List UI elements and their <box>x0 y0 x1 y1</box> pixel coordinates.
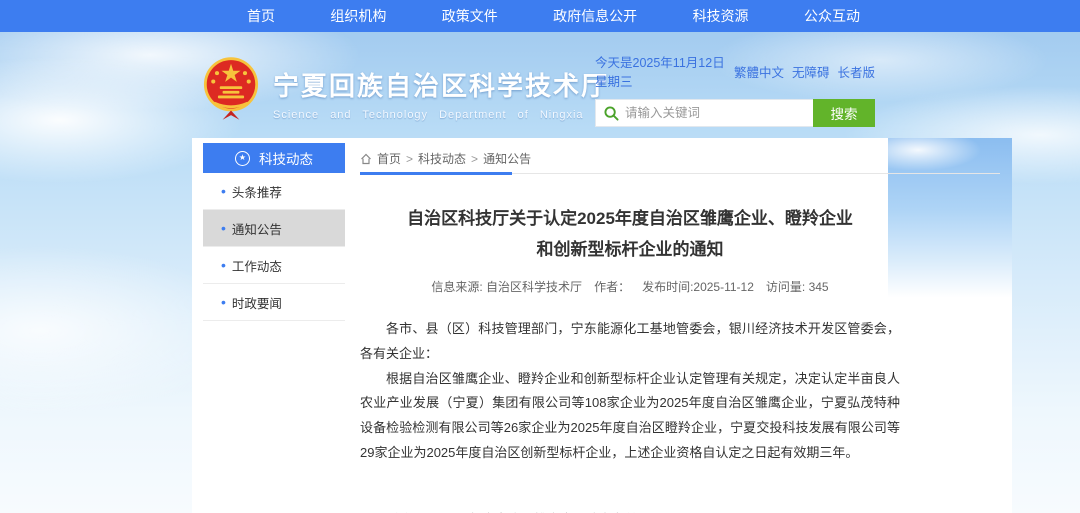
attachment-link-1[interactable]: 1.2025年度自治区雏鹰企业认定名单 <box>429 507 677 513</box>
traditional-chinese-link[interactable]: 繁體中文 <box>734 62 784 81</box>
main-content: 首页 > 科技动态 > 通知公告 自治区科技厅关于认定2025年度自治区雏鹰企业… <box>360 144 1000 513</box>
sidebar-item-label: 时政要闻 <box>232 293 282 312</box>
bullet-dot-icon: • <box>221 258 226 272</box>
breadcrumb-separator: > <box>406 152 413 166</box>
home-icon <box>360 153 372 165</box>
article-title: 自治区科技厅关于认定2025年度自治区雏鹰企业、瞪羚企业 和创新型标杆企业的通知 <box>360 204 900 265</box>
attachments-list: 1.2025年度自治区雏鹰企业认定名单 2.2025年度自治区瞪羚企业认定名单 … <box>429 507 677 513</box>
sidebar-item-label: 通知公告 <box>232 219 282 238</box>
accessibility-link[interactable]: 无障碍 <box>792 62 830 81</box>
breadcrumb-sci-tech-news[interactable]: 科技动态 <box>418 150 466 167</box>
article: 自治区科技厅关于认定2025年度自治区雏鹰企业、瞪羚企业 和创新型标杆企业的通知… <box>360 204 900 513</box>
article-paragraph: 根据自治区雏鹰企业、瞪羚企业和创新型标杆企业认定管理有关规定，决定认定半亩良人农… <box>360 367 900 466</box>
attachments-block: 附件： 1.2025年度自治区雏鹰企业认定名单 2.2025年度自治区瞪羚企业认… <box>360 507 900 513</box>
breadcrumb-separator: > <box>471 152 478 166</box>
meta-source: 信息来源: 自治区科学技术厅 <box>431 280 582 294</box>
article-paragraph: 各市、县（区）科技管理部门，宁东能源化工基地管委会，银川经济技术开发区管委会，各… <box>360 317 900 366</box>
bullet-dot-icon: • <box>221 184 226 198</box>
sidebar-item-work-dynamics[interactable]: • 工作动态 <box>203 247 345 284</box>
sidebar-item-headline-recommend[interactable]: • 头条推荐 <box>203 173 345 210</box>
sidebar-item-label: 头条推荐 <box>232 182 282 201</box>
sidebar: ★ 科技动态 • 头条推荐 • 通知公告 • 工作动态 • 时政要闻 <box>203 143 345 321</box>
bullet-dot-icon: • <box>221 295 226 309</box>
sidebar-title: 科技动态 <box>259 148 313 168</box>
meta-publish-time: 发布时间:2025-11-12 <box>642 280 754 294</box>
header-right: 今天是2025年11月12日 星期三 繁體中文 无障碍 长者版 搜索 <box>595 52 875 127</box>
star-circle-icon: ★ <box>235 151 250 166</box>
attachments-label: 附件： <box>390 507 429 513</box>
search-box <box>595 99 813 127</box>
breadcrumb-notices[interactable]: 通知公告 <box>483 150 531 167</box>
sidebar-item-current-politics[interactable]: • 时政要闻 <box>203 284 345 321</box>
nav-item-public-interaction[interactable]: 公众互动 <box>804 0 860 32</box>
nav-item-organization[interactable]: 组织机构 <box>330 0 386 32</box>
quick-links: 繁體中文 无障碍 长者版 <box>734 62 875 81</box>
site-logo-link[interactable]: 宁夏回族自治区科学技术厅 Science and Technology Depa… <box>203 56 609 122</box>
bullet-dot-icon: • <box>221 221 226 235</box>
article-title-line2: 和创新型标杆企业的通知 <box>360 235 900 266</box>
content-panel: ★ 科技动态 • 头条推荐 • 通知公告 • 工作动态 • 时政要闻 <box>192 138 1012 513</box>
article-body: 各市、县（区）科技管理部门，宁东能源化工基地管委会，银川经济技术开发区管委会，各… <box>360 317 900 465</box>
nav-item-home[interactable]: 首页 <box>247 0 275 32</box>
site-titles: 宁夏回族自治区科学技术厅 Science and Technology Depa… <box>273 56 609 121</box>
meta-views: 访问量: 345 <box>766 280 829 294</box>
national-emblem-icon <box>203 56 259 122</box>
sidebar-item-label: 工作动态 <box>232 256 282 275</box>
search-input[interactable] <box>625 106 813 120</box>
article-meta: 信息来源: 自治区科学技术厅作者： 发布时间:2025-11-12 访问量: 345 <box>360 278 900 295</box>
nav-item-policy-documents[interactable]: 政策文件 <box>442 0 498 32</box>
sidebar-item-notices[interactable]: • 通知公告 <box>203 210 345 247</box>
breadcrumb-home[interactable]: 首页 <box>377 150 401 167</box>
nav-item-gov-info-disclosure[interactable]: 政府信息公开 <box>553 0 637 32</box>
sidebar-header: ★ 科技动态 <box>203 143 345 173</box>
search-icon <box>604 106 619 121</box>
site-subtitle: Science and Technology Department of Nin… <box>273 109 609 121</box>
nav-item-sci-tech-resources[interactable]: 科技资源 <box>693 0 749 32</box>
top-nav-items: 首页 组织机构 政策文件 政府信息公开 科技资源 公众互动 <box>247 0 860 32</box>
site-title: 宁夏回族自治区科学技术厅 <box>273 66 609 103</box>
breadcrumb: 首页 > 科技动态 > 通知公告 <box>360 144 1000 174</box>
top-nav-bar: 首页 组织机构 政策文件 政府信息公开 科技资源 公众互动 <box>0 0 1080 32</box>
current-date-text: 今天是2025年11月12日 星期三 <box>595 52 734 90</box>
elderly-version-link[interactable]: 长者版 <box>837 62 875 81</box>
article-title-line1: 自治区科技厅关于认定2025年度自治区雏鹰企业、瞪羚企业 <box>360 204 900 235</box>
search-button[interactable]: 搜索 <box>813 99 875 127</box>
meta-author: 作者： <box>594 280 630 294</box>
